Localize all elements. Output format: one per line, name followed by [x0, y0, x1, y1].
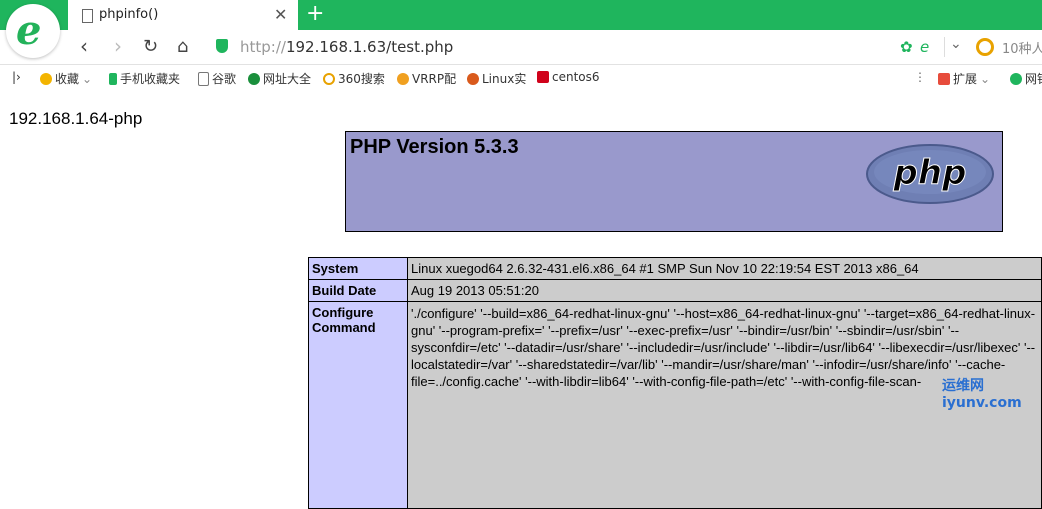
bookmark-label: 扩展 [953, 72, 978, 86]
php-version-header: PHP Version 5.3.3 php [345, 131, 1003, 232]
table-row: Build Date Aug 19 2013 05:51:20 [308, 279, 1042, 302]
bookmark-item[interactable]: VRRP配 [397, 70, 456, 87]
search-input[interactable]: 10种人 [1002, 38, 1042, 57]
watermark: 运维网 iyunv.com [942, 378, 1022, 411]
shield-icon[interactable] [216, 39, 228, 53]
back-button[interactable]: ‹ [80, 34, 88, 58]
bookmark-item[interactable]: 收藏 ⌄ [40, 70, 92, 87]
table-key-cell: System [308, 257, 408, 280]
browser-logo[interactable]: e [6, 4, 60, 58]
bookmark-item[interactable]: centos6 [537, 70, 600, 84]
tab-phpinfo[interactable]: phpinfo() ✕ [68, 0, 298, 30]
grid-icon [938, 72, 950, 85]
gear-icon[interactable]: ✿ [900, 38, 913, 56]
table-row: Configure Command './configure' '--build… [308, 301, 1042, 509]
phone-icon [109, 72, 117, 85]
more-icon[interactable]: ⋮ [914, 70, 926, 84]
divider [944, 37, 945, 57]
bookmarks-bar: |› 收藏 ⌄ 手机收藏夹 谷歌 网址大全 360搜索 VRRP配 Linux实 … [0, 65, 1042, 92]
ie-mode-icon[interactable]: e [920, 38, 929, 56]
bookmark-label: 360搜索 [338, 72, 385, 86]
new-tab-button[interactable]: + [306, 1, 324, 26]
table-key-cell: Build Date [308, 279, 408, 302]
page-heading-text: 192.168.1.64-php [9, 109, 143, 128]
table-value-cell: Linux xuegod64 2.6.32-431.el6.x86_64 #1 … [407, 257, 1042, 280]
sidebar-toggle-icon[interactable]: |› [12, 70, 21, 84]
url-field[interactable]: http://192.168.1.63/test.php [240, 38, 453, 56]
bookmark-label: Linux实 [482, 72, 527, 86]
bookmark-label: 手机收藏夹 [120, 72, 181, 86]
search-360-icon [323, 72, 335, 85]
bookmark-item[interactable]: 手机收藏夹 [109, 70, 180, 87]
bookmark-item[interactable]: 网址大全 [248, 70, 311, 87]
page-icon [82, 9, 93, 23]
bookmark-label: 网银 [1025, 72, 1042, 86]
star-icon [40, 72, 52, 85]
bookmark-item[interactable]: 360搜索 [323, 70, 385, 87]
c-icon [537, 71, 549, 83]
nav-icon [248, 72, 260, 85]
bookmark-item[interactable]: 谷歌 [198, 70, 236, 87]
bookmark-label: centos6 [552, 70, 600, 84]
close-tab-icon[interactable]: ✕ [274, 5, 287, 24]
address-bar: ‹ › ↻ ⌂ http://192.168.1.63/test.php ✿ e… [0, 30, 1042, 65]
url-protocol: http:// [240, 38, 286, 56]
bookmark-label: VRRP配 [412, 72, 457, 86]
search-icon[interactable] [976, 38, 994, 56]
firefox-icon [467, 72, 479, 85]
php-logo-text: php [893, 153, 967, 193]
php-version-title: PHP Version 5.3.3 [350, 136, 519, 158]
phpinfo-table: System Linux xuegod64 2.6.32-431.el6.x86… [308, 257, 1042, 509]
reload-button[interactable]: ↻ [143, 36, 158, 57]
table-key-cell: Configure Command [308, 301, 408, 509]
page-icon [198, 71, 209, 86]
fox-icon [397, 72, 409, 85]
table-value-cell: Aug 19 2013 05:51:20 [407, 279, 1042, 302]
table-row: System Linux xuegod64 2.6.32-431.el6.x86… [308, 257, 1042, 280]
bank-icon [1010, 72, 1022, 85]
tab-title: phpinfo() [99, 7, 159, 22]
home-button[interactable]: ⌂ [177, 36, 188, 57]
forward-button[interactable]: › [114, 34, 122, 58]
bookmark-item[interactable]: Linux实 [467, 70, 526, 87]
bookmark-item[interactable]: 扩展 ⌄ [938, 70, 990, 87]
bookmark-label: 谷歌 [212, 72, 237, 86]
tab-bar: phpinfo() ✕ + [0, 0, 1042, 30]
browser-e-icon: e [16, 7, 42, 54]
bookmark-label: 收藏 [55, 72, 80, 86]
bookmark-label: 网址大全 [263, 72, 312, 86]
bookmark-item[interactable]: 网银 [1010, 70, 1042, 87]
chevron-down-icon[interactable]: ⌄ [950, 36, 962, 52]
page-content: 192.168.1.64-php PHP Version 5.3.3 php S… [0, 91, 1042, 509]
php-logo: php [866, 144, 994, 204]
url-host: 192.168.1.63/test.php [285, 38, 454, 56]
